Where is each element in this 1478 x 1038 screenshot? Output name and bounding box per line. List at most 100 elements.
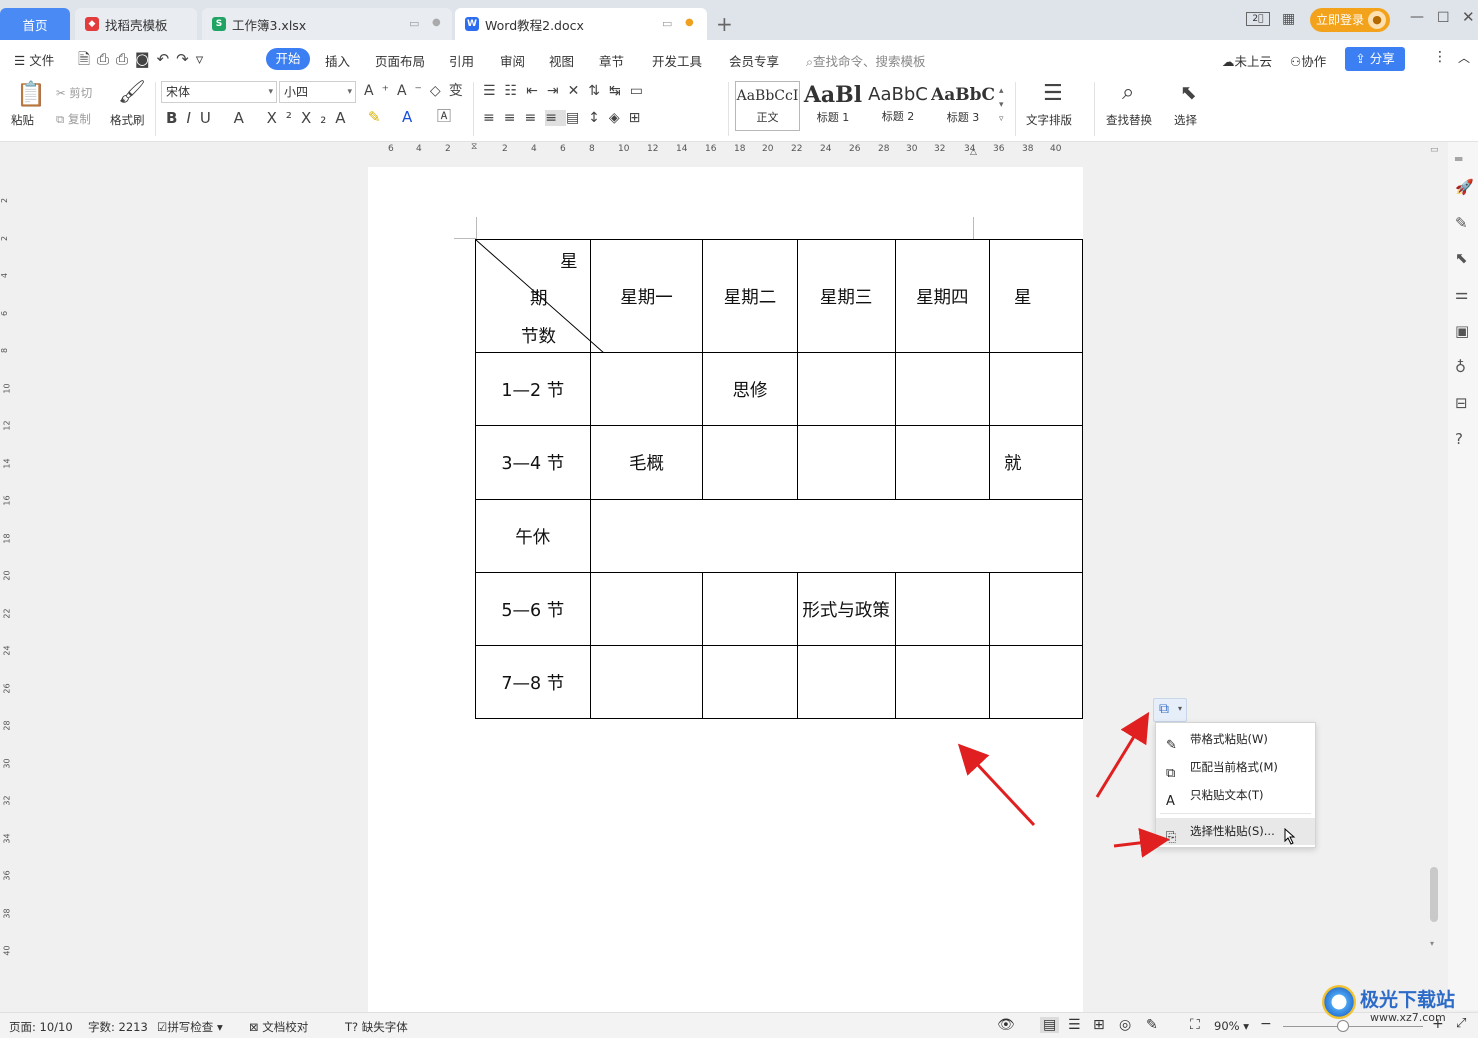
lightbulb-icon[interactable]: ♁	[1455, 358, 1466, 376]
merged-cell[interactable]	[589, 499, 1083, 573]
menu-lines-icon[interactable]: ═	[1455, 152, 1462, 166]
font-name-select[interactable]: 宋体 ▾	[161, 81, 277, 103]
doc-proofread[interactable]: ⊠ 文档校对	[249, 1019, 308, 1035]
format-painter-button[interactable]: 格式刷	[110, 112, 145, 128]
scroll-thumb[interactable]	[1430, 867, 1438, 922]
menu-start[interactable]: 开始	[266, 48, 310, 70]
paste-text-only[interactable]: A 只粘贴文本(T)	[1156, 782, 1315, 809]
header-cell[interactable]: 星期三	[796, 239, 896, 353]
web-view-icon[interactable]: ◎	[1119, 1017, 1131, 1033]
tab-daoke-templates[interactable]: ◆ 找稻壳模板	[75, 8, 197, 40]
font-size-select[interactable]: 小四 ▾	[279, 81, 356, 103]
vertical-ruler[interactable]: 2 2 4 6 8 10 12 14 16 18 20 22 24 26 28 30 32 34 36 38 40	[0, 160, 16, 1010]
maximize-icon[interactable]: ☐	[1437, 10, 1450, 26]
style-scroll[interactable]: ▴ ▾ ▿	[999, 84, 1004, 126]
table-cell[interactable]	[894, 425, 991, 500]
more-icon[interactable]: ⋮	[1433, 49, 1447, 65]
style-heading2[interactable]: AaBbC 标题 2	[866, 81, 930, 131]
header-cell[interactable]: 星期四	[894, 239, 991, 353]
close-icon[interactable]: ✕	[1462, 8, 1475, 26]
cursor-select-icon[interactable]: ⬉	[1180, 82, 1197, 102]
row-label-cell[interactable]: 3—4 节	[475, 425, 591, 500]
menu-developer[interactable]: 开发工具	[652, 51, 702, 70]
menu-chapter[interactable]: 章节	[599, 51, 624, 70]
paragraph-list-tools[interactable]: ☰☷⇤⇥✕⇅↹▭	[483, 84, 652, 98]
magnifier-icon[interactable]: ⌕	[1122, 82, 1134, 104]
table-cell[interactable]	[894, 645, 991, 719]
text-layout-button[interactable]: 文字排版	[1026, 112, 1072, 128]
style-normal[interactable]: AaBbCcI 正文	[735, 81, 800, 131]
style-heading3[interactable]: AaBbC 标题 3	[931, 81, 995, 131]
book-icon[interactable]: ⊟	[1455, 394, 1468, 412]
quick-access-toolbar[interactable]: 🗎⎙⎙◙↶↷▿	[78, 49, 210, 74]
table-cell[interactable]	[894, 352, 991, 426]
eye-icon[interactable]: 👁	[997, 1017, 1015, 1033]
zoom-level[interactable]: 90% ▾	[1214, 1019, 1249, 1033]
table-cell[interactable]	[796, 645, 896, 719]
outline-view-icon[interactable]: ☰	[1068, 1017, 1081, 1033]
font-format-tools[interactable]: BIU A X²X₂A	[166, 111, 355, 126]
format-painter-icon[interactable]: 🖌	[118, 82, 146, 104]
menu-member[interactable]: 会员专享	[729, 51, 779, 70]
tab-docx[interactable]: W Word教程2.docx ▭ ●	[455, 8, 707, 40]
monitor-icon[interactable]: ▭	[662, 17, 672, 30]
new-tab-button[interactable]: +	[716, 12, 733, 36]
spell-check[interactable]: ☑拼写检查 ▾	[157, 1019, 223, 1035]
char-border-icon[interactable]: 🄰	[437, 110, 451, 124]
table-cell[interactable]	[989, 352, 1083, 426]
menu-reference[interactable]: 引用	[449, 51, 474, 70]
paragraph-align-tools[interactable]: ≡≡≡≡▤↕◈⊞	[483, 110, 649, 126]
edit-view-icon[interactable]: ✎	[1146, 1017, 1158, 1033]
vertical-scrollbar[interactable]: ▭ ▾	[1427, 142, 1441, 1010]
font-size-tools[interactable]: A⁺A⁻◇变	[364, 84, 471, 98]
page-view-icon[interactable]: ▤	[1040, 1017, 1060, 1033]
table-cell[interactable]	[989, 645, 1083, 719]
row-label-cell[interactable]: 午休	[475, 499, 591, 573]
paste-keep-format[interactable]: ✎ 带格式粘贴(W)	[1156, 726, 1315, 753]
monitor-icon[interactable]: ▭	[409, 17, 419, 30]
table-cell[interactable]	[589, 572, 704, 646]
rocket-icon[interactable]: 🚀	[1455, 178, 1474, 196]
image-edit-icon[interactable]: ▣	[1455, 322, 1469, 340]
row-label-cell[interactable]: 1—2 节	[475, 352, 591, 426]
help-icon[interactable]: ?	[1455, 430, 1463, 448]
menu-page-layout[interactable]: 页面布局	[375, 51, 425, 70]
font-color-icon[interactable]: A	[402, 110, 412, 125]
cut-button[interactable]: ✂ 剪切	[56, 85, 92, 101]
document-page[interactable]: 星 期 节数 星期一 星期二 星期三 星期四 星 1—2 节 思修 3—4 节 …	[368, 167, 1083, 1012]
login-button[interactable]: 立即登录 ●	[1310, 8, 1390, 32]
pen-icon[interactable]: ✎	[1455, 214, 1468, 232]
header-cell[interactable]: 星	[989, 239, 1083, 353]
select-button[interactable]: 选择	[1174, 112, 1197, 128]
text-layout-icon[interactable]: ☰	[1043, 83, 1063, 105]
zoom-out-icon[interactable]: −	[1260, 1016, 1272, 1032]
paste-match-format[interactable]: ⧉ 匹配当前格式(M)	[1156, 754, 1315, 781]
cloud-status[interactable]: ☁未上云	[1222, 51, 1272, 70]
collab-button[interactable]: ⚇协作	[1290, 51, 1326, 70]
table-cell[interactable]: 形式与政策	[796, 572, 896, 646]
collapse-ribbon-icon[interactable]: ︿	[1458, 49, 1470, 66]
horizontal-ruler[interactable]: 6 4 2 2 4 6 8 10 12 14 16 18 20 22 24 26 28 30 32 34 36 38 40 ⧖…	[368, 142, 1083, 159]
share-button[interactable]: ⇪ 分享	[1345, 47, 1405, 71]
menu-view[interactable]: 视图	[549, 51, 574, 70]
find-replace-button[interactable]: 查找替换	[1106, 112, 1152, 128]
table-cell[interactable]: 思修	[702, 352, 798, 426]
tab-xlsx[interactable]: S 工作簿3.xlsx ▭ ●	[202, 8, 452, 40]
fit-page-icon[interactable]: ⛶	[1190, 1017, 1200, 1033]
table-cell[interactable]	[702, 572, 798, 646]
missing-font[interactable]: T? 缺失字体	[345, 1019, 408, 1035]
highlight-icon[interactable]: ✎	[368, 110, 381, 125]
table-cell[interactable]	[989, 572, 1083, 646]
read-view-icon[interactable]: ⊞	[1093, 1017, 1105, 1033]
header-cell[interactable]: 星期二	[702, 239, 798, 353]
style-heading1[interactable]: AaBl 标题 1	[802, 81, 864, 131]
word-count[interactable]: 字数: 2213	[88, 1019, 148, 1035]
paste-options-button[interactable]: ⧉ ▾	[1153, 698, 1187, 722]
window-layout-icon[interactable]: 2⃣	[1246, 12, 1270, 26]
indent-marker-icon[interactable]: ⧖	[471, 142, 477, 152]
table-cell[interactable]: 就	[989, 425, 1083, 500]
grid-apps-icon[interactable]: ▦	[1282, 11, 1295, 27]
page-indicator[interactable]: 页面: 10/10	[9, 1019, 73, 1035]
tab-home[interactable]: 首页	[0, 8, 70, 40]
table-cell[interactable]	[589, 645, 704, 719]
